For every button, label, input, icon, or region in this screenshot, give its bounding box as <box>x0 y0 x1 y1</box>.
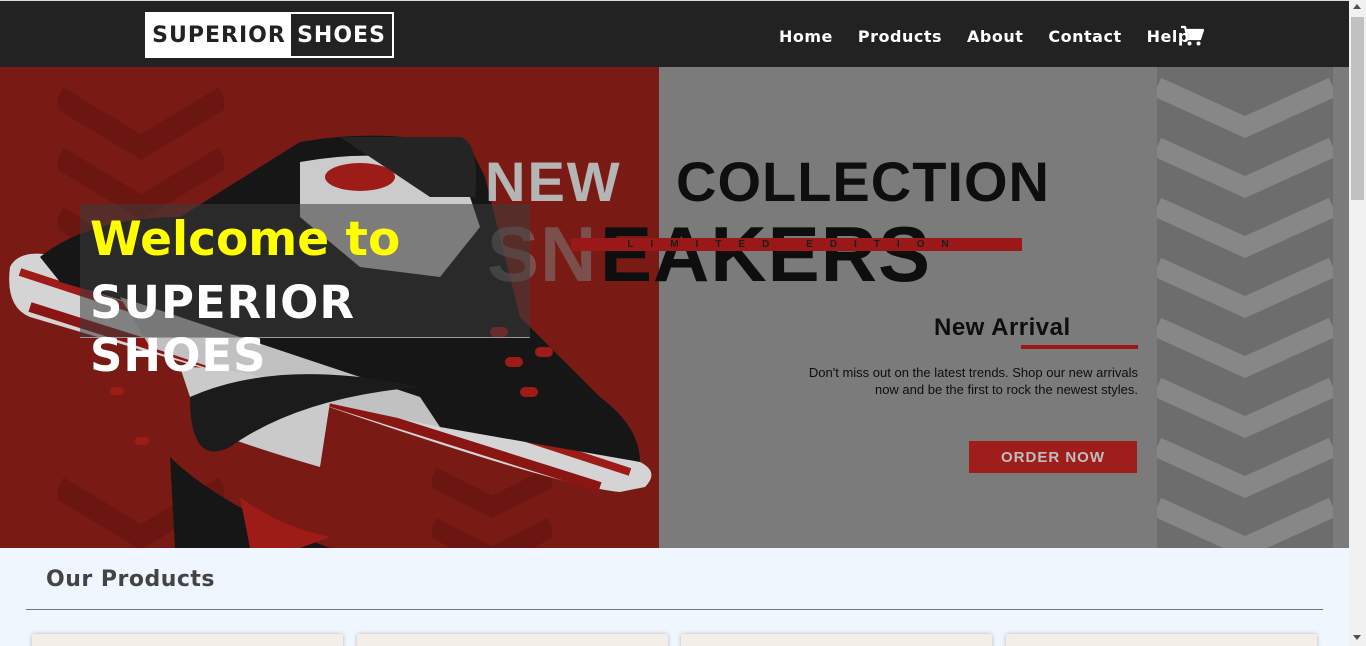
shopping-cart-icon[interactable] <box>1180 25 1204 47</box>
nav-products-link[interactable]: Products <box>858 27 942 46</box>
welcome-box: Welcome to SUPERIOR SHOES <box>80 204 530 382</box>
banner-limited-edition-strip: LIMITED EDITION <box>571 238 1022 251</box>
chevron-pattern-right <box>1157 67 1333 548</box>
site-logo[interactable]: SUPERIOR SHOES <box>145 12 394 58</box>
logo-part-superior: SUPERIOR <box>147 14 291 56</box>
product-card[interactable] <box>681 634 992 646</box>
products-section: Our Products <box>0 548 1349 646</box>
products-title: Our Products <box>46 567 216 592</box>
products-divider <box>26 609 1323 610</box>
main-nav: Home Products About Contact Help <box>779 27 1215 46</box>
hero-banner: NEW COLLECTION SN EAKERS LIMITED EDITION… <box>0 67 1349 548</box>
banner-sneakers-text: EAKERS <box>600 210 932 298</box>
welcome-line-2: SUPERIOR SHOES <box>90 276 355 382</box>
banner-collection-text: COLLECTION <box>676 150 1050 213</box>
nav-about-link[interactable]: About <box>967 27 1023 46</box>
product-card[interactable] <box>1006 634 1317 646</box>
order-now-button[interactable]: ORDER NOW <box>969 441 1137 473</box>
scroll-up-arrow-icon[interactable] <box>1353 4 1361 9</box>
product-card[interactable] <box>32 634 343 646</box>
nav-contact-link[interactable]: Contact <box>1048 27 1121 46</box>
banner-underline <box>1021 345 1138 349</box>
welcome-line-1: Welcome to <box>90 212 401 267</box>
scrollbar-thumb[interactable] <box>1351 17 1364 200</box>
scroll-down-arrow-icon[interactable] <box>1353 635 1361 640</box>
top-navbar: SUPERIOR SHOES Home Products About Conta… <box>0 0 1349 67</box>
banner-new-arrival-heading: New Arrival <box>934 314 1071 341</box>
product-card[interactable] <box>357 634 668 646</box>
logo-part-shoes: SHOES <box>291 14 392 56</box>
banner-promo-text: Don't miss out on the latest trends. Sho… <box>808 365 1138 397</box>
nav-home-link[interactable]: Home <box>779 27 833 46</box>
